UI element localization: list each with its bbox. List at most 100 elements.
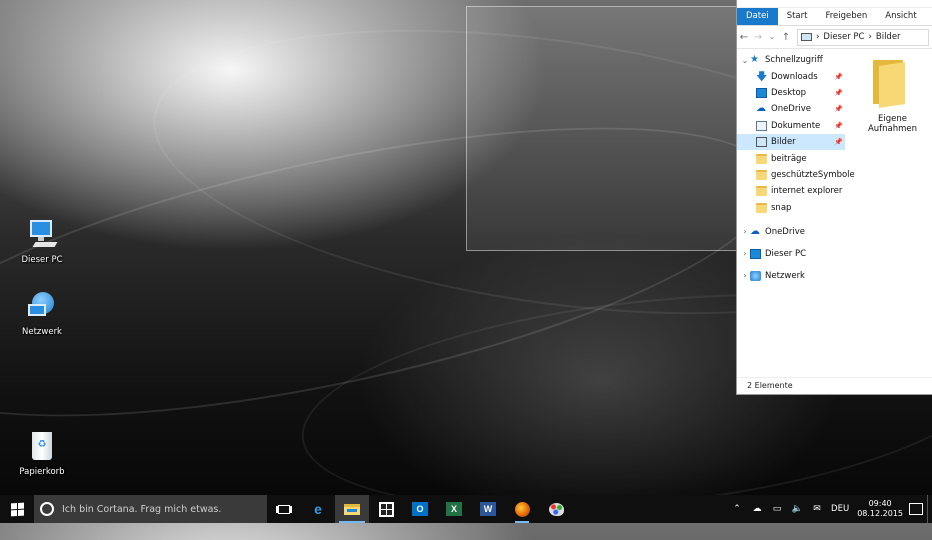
show-desktop-button[interactable] (927, 495, 932, 523)
expand-chevron-icon[interactable]: › (740, 271, 750, 280)
desktop-icon-netzwerk[interactable]: Netzwerk (12, 290, 72, 337)
firefox-icon (514, 501, 530, 517)
tree-item-label: OneDrive (771, 104, 811, 115)
language-indicator[interactable]: DEU (831, 504, 849, 514)
cortana-search-box[interactable]: Ich bin Cortana. Frag mich etwas. (34, 495, 267, 523)
title-bar[interactable] (737, 0, 932, 8)
word-button[interactable]: W (471, 495, 505, 523)
tree-item-label: Bilder (771, 137, 796, 148)
store-button[interactable] (369, 495, 403, 523)
taskbar: Ich bin Cortana. Frag mich etwas. e O X … (0, 495, 932, 523)
message-icon[interactable]: ✉ (810, 504, 824, 514)
file-item-label: Eigene Aufnahmen (867, 114, 918, 134)
tree-item-geschuetzte-symbole[interactable]: geschützteSymbole (737, 167, 855, 183)
tree-item-internet-explorer[interactable]: internet explorer (737, 183, 845, 199)
tree-item-label: beiträge (771, 153, 807, 164)
forward-arrow-icon[interactable]: → (751, 32, 765, 43)
file-explorer-window[interactable]: Datei Start Freigeben Ansicht ← → ⌄ ↑ › … (736, 0, 932, 395)
outlook-button[interactable]: O (403, 495, 437, 523)
tree-item-label: Downloads (771, 71, 818, 82)
tree-item-desktop[interactable]: Desktop 📌 (737, 85, 845, 101)
breadcrumb-separator: › (868, 32, 872, 42)
breadcrumb-item[interactable]: Bilder (876, 32, 901, 42)
tree-item-onedrive-quick[interactable]: ☁ OneDrive 📌 (737, 101, 845, 117)
clock[interactable]: 09:40 08.12.2015 (857, 499, 903, 519)
network-tray-icon[interactable]: ▭ (770, 504, 784, 514)
file-explorer-button[interactable] (335, 495, 369, 523)
breadcrumb-item[interactable]: Dieser PC (823, 32, 864, 42)
tree-item-dokumente[interactable]: Dokumente 📌 (737, 118, 845, 134)
desktop-icon (756, 87, 767, 98)
excel-icon: X (446, 502, 462, 516)
navigation-pane: ⌄ ★ Schnellzugriff 🡇 Downloads 📌 Desktop… (737, 48, 855, 378)
address-bar: ← → ⌄ ↑ › Dieser PC › Bilder (737, 26, 932, 49)
edge-button[interactable]: e (301, 495, 335, 523)
task-view-button[interactable] (267, 495, 301, 523)
tree-item-downloads[interactable]: 🡇 Downloads 📌 (737, 68, 845, 84)
computer-icon (24, 218, 60, 252)
tree-item-label: OneDrive (765, 226, 805, 237)
file-list: Eigene Aufnahmen (847, 48, 932, 378)
tree-item-label: snap (771, 202, 792, 213)
paint-button[interactable] (539, 495, 573, 523)
store-icon (378, 501, 394, 517)
snap-preview-outline (466, 6, 738, 251)
recent-locations-chevron-icon[interactable]: ⌄ (765, 33, 779, 41)
pin-icon: 📌 (834, 138, 843, 147)
network-icon (24, 290, 60, 324)
start-button[interactable] (0, 495, 34, 523)
desktop-icon-papierkorb[interactable]: ♻ Papierkorb (12, 430, 72, 477)
onedrive-cloud-icon: ☁ (750, 225, 760, 237)
tree-item-label: Schnellzugriff (765, 55, 823, 66)
desktop-icon-dieser-pc[interactable]: Dieser PC (12, 218, 72, 265)
tree-item-snap[interactable]: snap (737, 200, 845, 216)
tree-item-schnellzugriff[interactable]: ⌄ ★ Schnellzugriff (737, 52, 845, 68)
pictures-location-icon (801, 33, 812, 41)
onedrive-tray-icon[interactable]: ☁ (750, 504, 764, 514)
tree-item-label: geschützteSymbole (771, 169, 855, 180)
status-bar: 2 Elemente (737, 377, 932, 394)
system-tray: ⌃ ☁ ▭ 🔈 ✉ DEU 09:40 08.12.2015 (727, 495, 932, 523)
expand-chevron-icon[interactable]: › (740, 227, 750, 236)
paint-icon (548, 502, 564, 516)
breadcrumb[interactable]: › Dieser PC › Bilder (797, 28, 929, 46)
tree-item-netzwerk[interactable]: › Netzwerk (737, 265, 845, 287)
up-arrow-icon[interactable]: ↑ (779, 32, 793, 43)
action-center-icon[interactable] (909, 503, 923, 515)
windows-logo-icon (10, 502, 24, 516)
download-arrow-icon: 🡇 (756, 69, 768, 83)
word-icon: W (480, 502, 496, 516)
pin-icon: 📌 (834, 121, 843, 130)
tree-item-label: Dokumente (771, 120, 821, 131)
volume-icon[interactable]: 🔈 (790, 504, 804, 514)
excel-button[interactable]: X (437, 495, 471, 523)
tree-item-onedrive[interactable]: › ☁ OneDrive (737, 221, 845, 243)
chevron-up-icon[interactable]: ⌃ (730, 504, 744, 514)
tree-item-label: internet explorer (771, 186, 843, 197)
tree-item-bilder[interactable]: Bilder 📌 (737, 133, 845, 151)
pin-icon: 📌 (834, 105, 843, 114)
tab-freigeben[interactable]: Freigeben (816, 8, 876, 25)
tab-ansicht[interactable]: Ansicht (876, 8, 925, 25)
search-placeholder: Ich bin Cortana. Frag mich etwas. (62, 503, 222, 515)
folder-icon (756, 186, 767, 197)
computer-icon (750, 248, 761, 259)
pin-icon: 📌 (834, 88, 843, 97)
clock-time: 09:40 (868, 499, 892, 508)
expand-chevron-icon[interactable]: ⌄ (740, 56, 750, 65)
tab-start[interactable]: Start (778, 8, 817, 25)
pictures-icon (756, 137, 767, 148)
documents-icon (756, 120, 767, 131)
tab-datei[interactable]: Datei (737, 8, 778, 25)
onedrive-cloud-icon: ☁ (756, 103, 766, 115)
file-explorer-icon (344, 503, 360, 515)
expand-chevron-icon[interactable]: › (740, 249, 750, 258)
tree-item-beitraege[interactable]: beiträge (737, 150, 845, 166)
clock-date: 08.12.2015 (857, 509, 903, 518)
tree-item-dieser-pc[interactable]: › Dieser PC (737, 243, 845, 265)
back-arrow-icon[interactable]: ← (737, 32, 751, 43)
desktop-icon-label: Netzwerk (22, 327, 62, 337)
task-view-icon (276, 502, 292, 516)
firefox-button[interactable] (505, 495, 539, 523)
recycle-bin-icon: ♻ (24, 430, 60, 464)
